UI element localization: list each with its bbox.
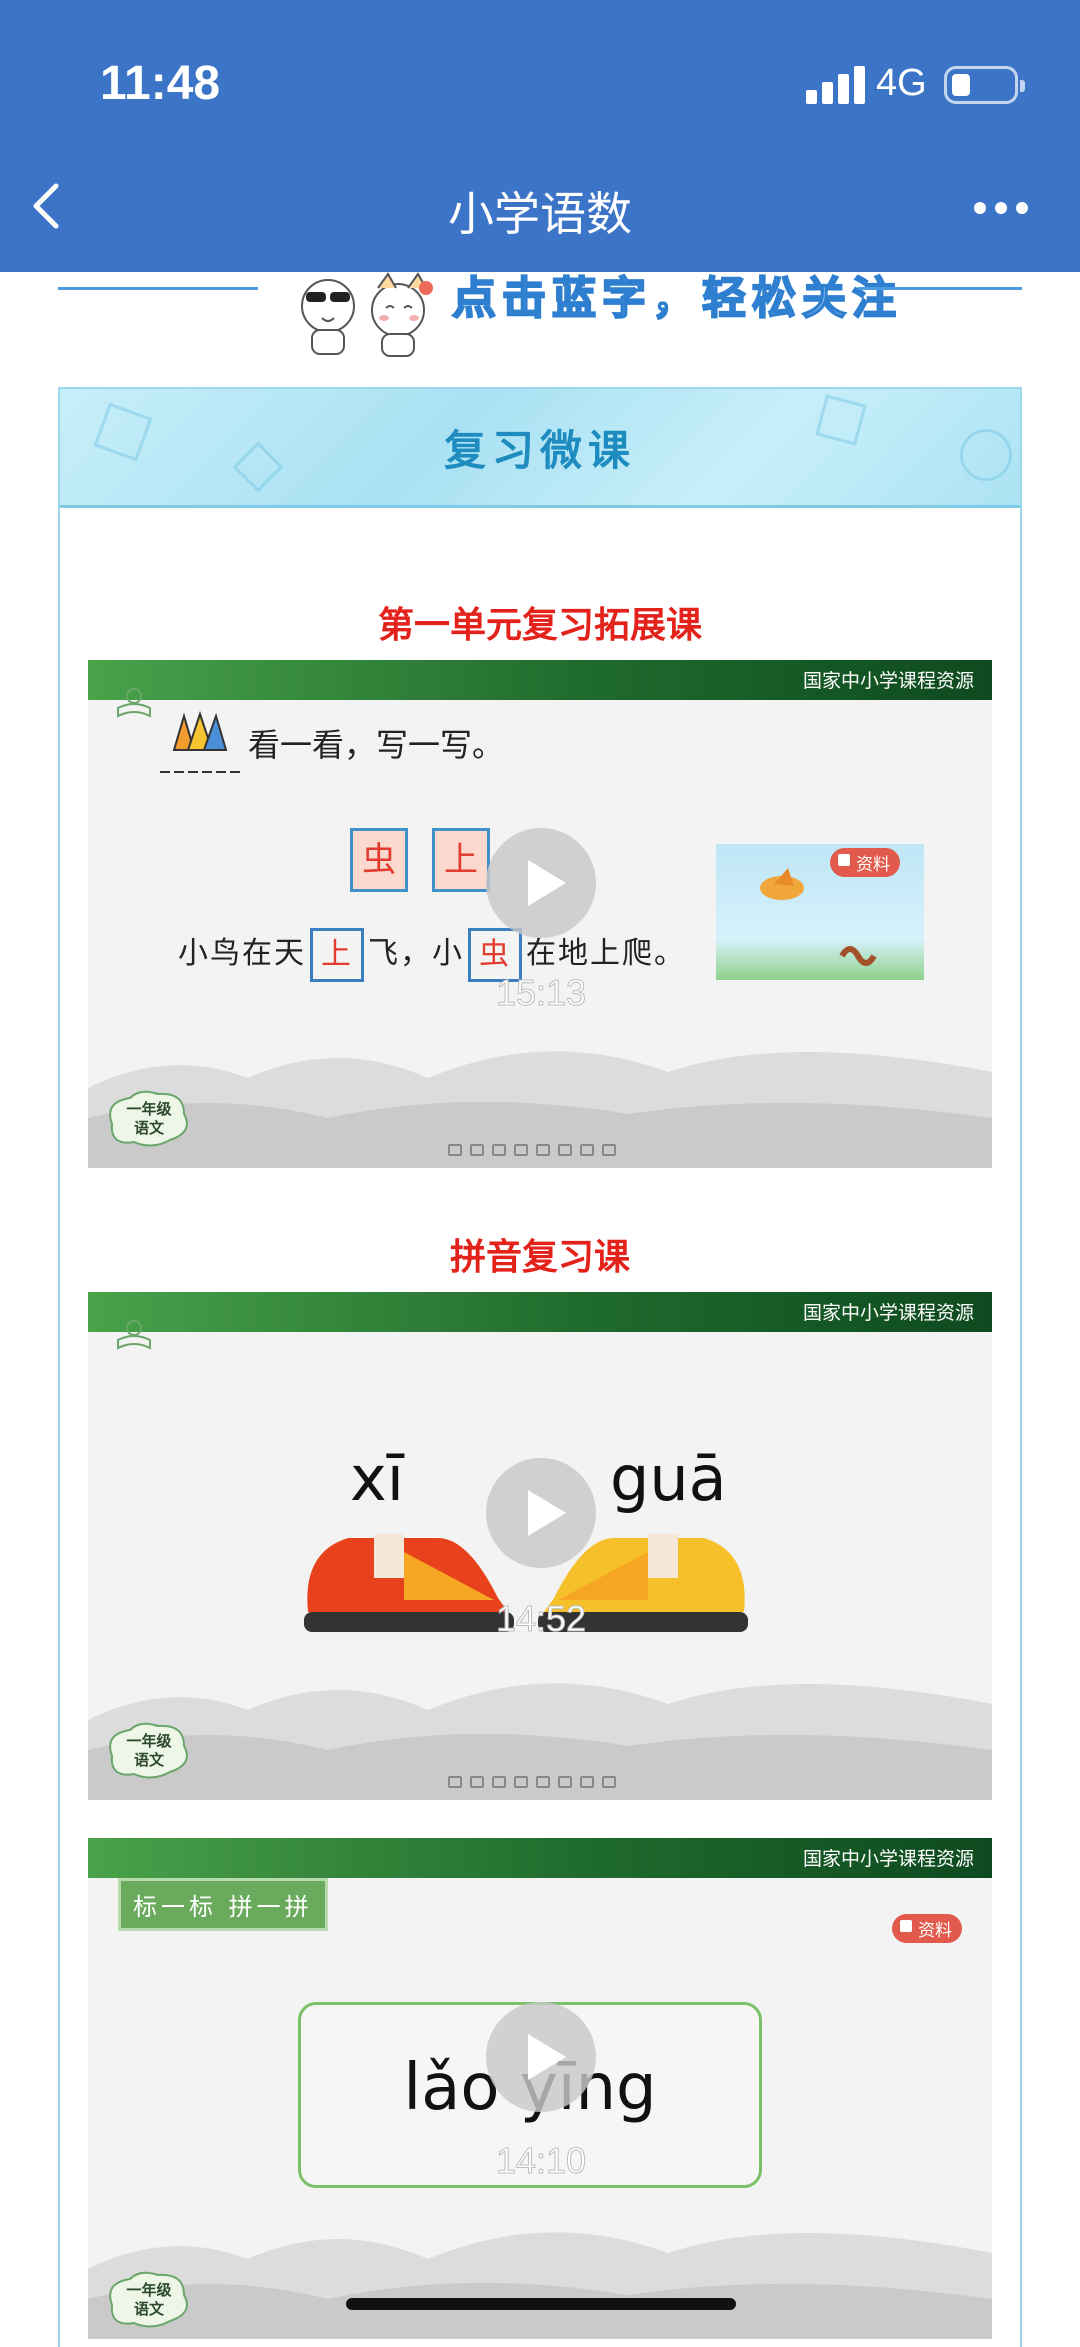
- grade-badge: 一年级 语文: [102, 2271, 196, 2335]
- video-duration: 14:52: [495, 1598, 587, 1640]
- video-top-bar: 国家中小学课程资源: [88, 660, 992, 700]
- section-title-pinyin: 拼音复习课: [449, 1237, 630, 1278]
- network-type: 4G: [876, 62, 927, 104]
- char-card-shang: 上: [432, 828, 490, 892]
- source-label: 国家中小学课程资源: [802, 670, 974, 692]
- follow-prompt[interactable]: 点击蓝字，轻松关注: [451, 262, 902, 326]
- exercise-tag: 标一标 拼一拼: [118, 1878, 328, 1931]
- video-top-bar: 国家中小学课程资源: [88, 1292, 992, 1332]
- pinyin-xi: xī: [350, 1442, 404, 1515]
- blank-answer-1: 上: [310, 928, 364, 982]
- grade-badge: 一年级 语文: [102, 1090, 196, 1154]
- grade-badge: 一年级 语文: [102, 1722, 196, 1786]
- banner-divider-right: [858, 287, 1022, 290]
- exercise-prompt: 看一看，写一写。: [248, 726, 505, 764]
- pinyin-gua: guā: [610, 1442, 727, 1515]
- source-label: 国家中小学课程资源: [802, 1302, 974, 1324]
- play-button[interactable]: [486, 828, 596, 938]
- player-toolbar[interactable]: [444, 1140, 640, 1162]
- card-title: 复习微课: [443, 426, 636, 475]
- home-indicator[interactable]: [346, 2298, 736, 2310]
- status-time: 11:48: [100, 57, 221, 110]
- pencils-icon: [160, 710, 240, 773]
- video-duration: 14:10: [495, 2140, 587, 2182]
- book-logo-icon: [117, 688, 151, 718]
- app-header: 11:48 4G 小学语数: [0, 0, 1080, 272]
- play-button[interactable]: [486, 1458, 596, 1568]
- player-toolbar[interactable]: [444, 1772, 640, 1794]
- more-button[interactable]: [966, 188, 1036, 228]
- video-duration: 15:13: [495, 972, 587, 1014]
- play-button[interactable]: [486, 2002, 596, 2112]
- mountain-background: [88, 2232, 992, 2339]
- card-header: 复习微课: [60, 389, 1020, 508]
- section-title-unit1: 第一单元复习拓展课: [377, 605, 702, 646]
- resource-tag[interactable]: 资料: [892, 1914, 962, 1943]
- video-top-bar: 国家中小学课程资源: [88, 1838, 992, 1878]
- video-player-pinyin[interactable]: 国家中小学课程资源 xī guā 14:52 一年级 语文: [88, 1292, 992, 1800]
- video-player-laoying[interactable]: 国家中小学课程资源 标一标 拼一拼 资料 lǎo yīng 14:10 一年级语…: [88, 1838, 992, 2339]
- book-logo-icon: [117, 1320, 151, 1350]
- battery-icon: [944, 66, 1025, 104]
- source-label: 国家中小学课程资源: [802, 1848, 974, 1870]
- cartoon-cats-icon: [301, 272, 433, 357]
- signal-icon: [806, 64, 866, 104]
- banner-divider-left: [58, 287, 258, 290]
- video-player-unit1[interactable]: 国家中小学课程资源 看一看，写一写。 虫 上 小鸟在天上飞，小虫在地上爬。 资料…: [88, 660, 992, 1168]
- resource-tag[interactable]: 资料: [830, 848, 900, 877]
- page-title: 小学语数: [448, 187, 632, 241]
- char-card-chong: 虫: [350, 828, 408, 892]
